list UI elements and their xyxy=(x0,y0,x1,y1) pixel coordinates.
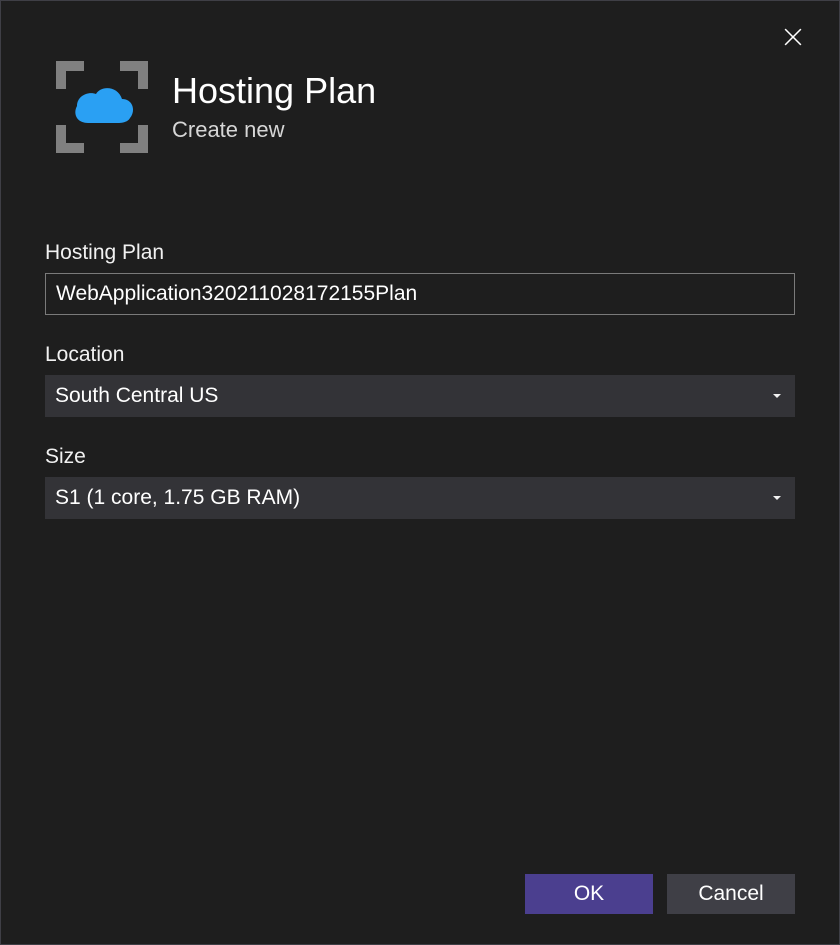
size-value: S1 (1 core, 1.75 GB RAM) xyxy=(55,486,300,510)
hosting-plan-label: Hosting Plan xyxy=(45,241,795,265)
location-label: Location xyxy=(45,343,795,367)
dialog-title: Hosting Plan xyxy=(172,71,376,111)
size-label: Size xyxy=(45,445,795,469)
size-select[interactable]: S1 (1 core, 1.75 GB RAM) xyxy=(45,477,795,519)
hosting-plan-field: Hosting Plan xyxy=(45,241,795,315)
location-value: South Central US xyxy=(55,384,218,408)
dialog-footer: OK Cancel xyxy=(525,874,795,914)
cloud-hosting-icon xyxy=(56,61,148,153)
form: Hosting Plan Location South Central US S… xyxy=(1,153,839,547)
size-field: Size S1 (1 core, 1.75 GB RAM) xyxy=(45,445,795,519)
chevron-down-icon xyxy=(773,394,781,398)
cancel-button[interactable]: Cancel xyxy=(667,874,795,914)
close-button[interactable] xyxy=(777,23,809,55)
location-field: Location South Central US xyxy=(45,343,795,417)
hosting-plan-input[interactable] xyxy=(45,273,795,315)
dialog-subtitle: Create new xyxy=(172,117,376,143)
location-select[interactable]: South Central US xyxy=(45,375,795,417)
dialog-header: Hosting Plan Create new xyxy=(1,1,839,153)
close-icon xyxy=(784,28,802,51)
chevron-down-icon xyxy=(773,496,781,500)
ok-button[interactable]: OK xyxy=(525,874,653,914)
header-text: Hosting Plan Create new xyxy=(172,71,376,143)
hosting-plan-dialog: Hosting Plan Create new Hosting Plan Loc… xyxy=(1,1,839,944)
